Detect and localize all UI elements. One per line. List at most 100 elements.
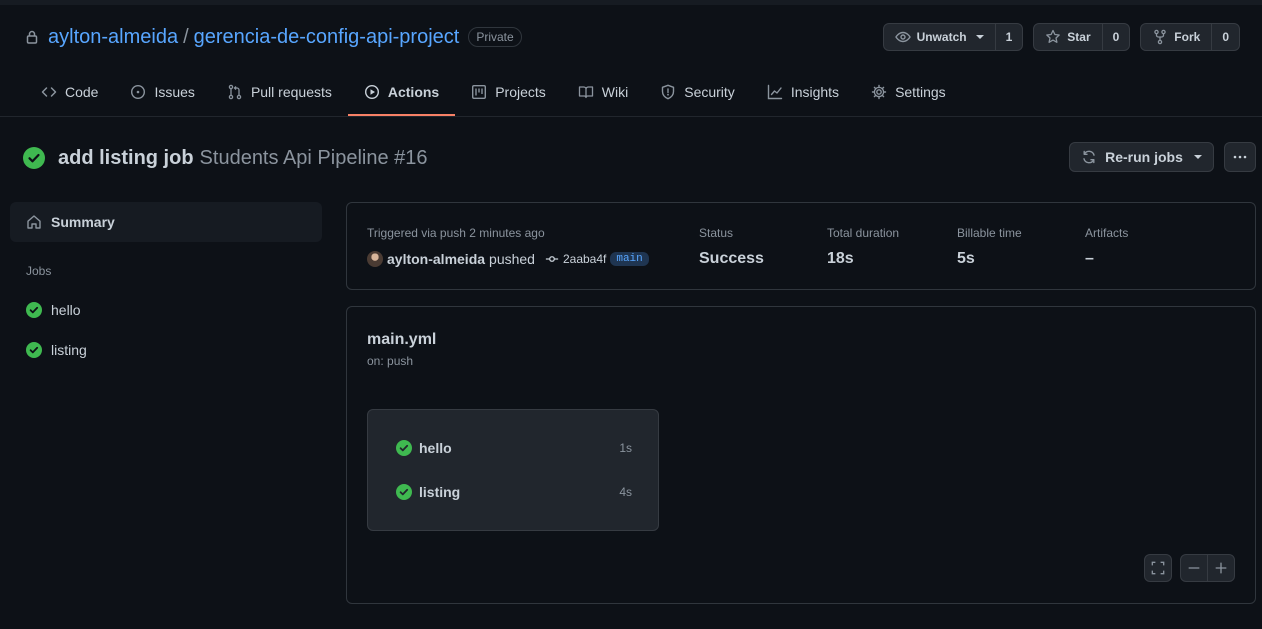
watchers-count[interactable]: 1 (994, 24, 1023, 50)
rerun-jobs-label: Re-run jobs (1105, 149, 1183, 165)
tab-settings-label: Settings (895, 84, 946, 100)
sidebar-job-label: listing (51, 342, 87, 358)
artifacts-value: – (1085, 250, 1094, 267)
chevron-down-icon (975, 35, 984, 39)
status-label: Status (699, 226, 734, 240)
run-header: add listing job Students Api Pipeline #1… (23, 146, 428, 170)
shield-icon (660, 84, 676, 100)
project-icon (471, 84, 487, 100)
sidebar-job-label: hello (51, 302, 81, 318)
commit-icon (545, 252, 559, 266)
tab-actions-label: Actions (387, 84, 440, 100)
graph-job-hello[interactable]: hello 1s (396, 438, 632, 458)
star-button[interactable]: Star (1034, 24, 1101, 50)
tab-actions[interactable]: Actions (347, 68, 456, 116)
trigger-text: Triggered via push 2 minutes ago (367, 226, 545, 240)
commit-link[interactable]: 2aaba4f (545, 252, 606, 266)
status-value: Success (699, 250, 764, 267)
job-group: hello 1s listing 4s (367, 409, 659, 531)
watch-button-group: Unwatch 1 (882, 23, 1024, 51)
star-label: Star (1067, 30, 1091, 44)
repo-separator: / (183, 25, 189, 48)
tab-insights-label: Insights (790, 84, 840, 100)
repo-actions: Unwatch 1 Star 0 Fork 0 (882, 23, 1240, 51)
tab-insights[interactable]: Insights (751, 68, 855, 116)
eye-icon (894, 29, 911, 45)
workflow-file-name[interactable]: main.yml (367, 331, 436, 349)
top-strip (0, 0, 1262, 5)
more-options-button[interactable] (1224, 142, 1256, 172)
repo-name-link[interactable]: gerencia-de-config-api-project (194, 26, 460, 49)
sidebar-summary-label: Summary (51, 214, 115, 230)
graph-job-duration: 4s (619, 485, 632, 499)
plus-icon (1214, 561, 1228, 575)
check-circle-icon (396, 484, 412, 500)
tab-projects[interactable]: Projects (455, 68, 562, 116)
billable-column: Billable time 5s (957, 226, 1022, 268)
fork-button-group: Fork 0 (1140, 23, 1240, 51)
rerun-jobs-button[interactable]: Re-run jobs (1069, 142, 1214, 172)
graph-job-name: hello (419, 440, 452, 456)
unwatch-label: Unwatch (916, 30, 967, 44)
check-circle-icon (396, 440, 412, 456)
sidebar-job-hello[interactable]: hello (26, 299, 81, 321)
sidebar-jobs-heading: Jobs (26, 264, 52, 278)
actor-link[interactable]: aylton-almeida (387, 251, 485, 267)
graph-job-listing[interactable]: listing 4s (396, 482, 632, 502)
screen-full-icon (1151, 561, 1165, 575)
tab-projects-label: Projects (495, 84, 546, 100)
tab-pull-requests[interactable]: Pull requests (211, 68, 348, 116)
play-icon (364, 84, 380, 100)
star-button-group: Star 0 (1033, 23, 1131, 51)
pull-request-icon (227, 84, 243, 100)
tab-settings[interactable]: Settings (855, 68, 962, 116)
star-icon (1045, 29, 1061, 45)
run-summary-card: Triggered via push 2 minutes ago aylton-… (346, 202, 1256, 290)
tab-code-label: Code (65, 84, 99, 100)
billable-value: 5s (957, 250, 975, 267)
zoom-in-button[interactable] (1207, 554, 1235, 582)
artifacts-label: Artifacts (1085, 226, 1129, 240)
tab-issues[interactable]: Issues (114, 68, 210, 116)
home-icon (26, 214, 42, 230)
gear-icon (871, 84, 887, 100)
unwatch-button[interactable]: Unwatch (884, 24, 995, 50)
tab-pull-requests-label: Pull requests (250, 84, 332, 100)
repo-owner-link[interactable]: aylton-almeida (48, 26, 178, 49)
repo-header: aylton-almeida / gerencia-de-config-api-… (24, 23, 522, 51)
minus-icon (1187, 561, 1201, 575)
stars-count[interactable]: 0 (1101, 24, 1130, 50)
sidebar-job-listing[interactable]: listing (26, 339, 87, 361)
tab-wiki-label: Wiki (601, 84, 629, 100)
check-circle-icon (26, 342, 42, 358)
billable-label: Billable time (957, 226, 1022, 240)
check-circle-icon (23, 147, 45, 169)
visibility-badge: Private (468, 27, 522, 47)
fork-icon (1152, 29, 1168, 45)
push-info: aylton-almeida pushed 2aaba4f main (367, 249, 649, 269)
fullscreen-button[interactable] (1144, 554, 1172, 582)
branch-label[interactable]: main (610, 252, 649, 266)
check-circle-icon (26, 302, 42, 318)
lock-icon (24, 29, 40, 45)
avatar[interactable] (367, 251, 383, 267)
run-workflow-name: Students Api Pipeline #16 (199, 146, 428, 169)
commit-sha: 2aaba4f (562, 252, 607, 266)
fork-button[interactable]: Fork (1141, 24, 1211, 50)
run-title: add listing job (58, 146, 194, 169)
tab-code[interactable]: Code (25, 68, 114, 116)
book-icon (578, 84, 594, 100)
forks-count[interactable]: 0 (1211, 24, 1239, 50)
issue-icon (130, 84, 146, 100)
graph-job-duration: 1s (619, 441, 632, 455)
sidebar-item-summary[interactable]: Summary (10, 202, 322, 242)
tab-wiki[interactable]: Wiki (562, 68, 644, 116)
workflow-graph-card: main.yml on: push hello 1s listing 4s (346, 306, 1256, 604)
status-column: Status Success (699, 226, 764, 268)
tab-security-label: Security (684, 84, 735, 100)
code-icon (41, 84, 57, 100)
tab-security[interactable]: Security (644, 68, 751, 116)
zoom-out-button[interactable] (1180, 554, 1208, 582)
tabs-divider (0, 116, 1262, 117)
chevron-down-icon (1193, 155, 1202, 159)
